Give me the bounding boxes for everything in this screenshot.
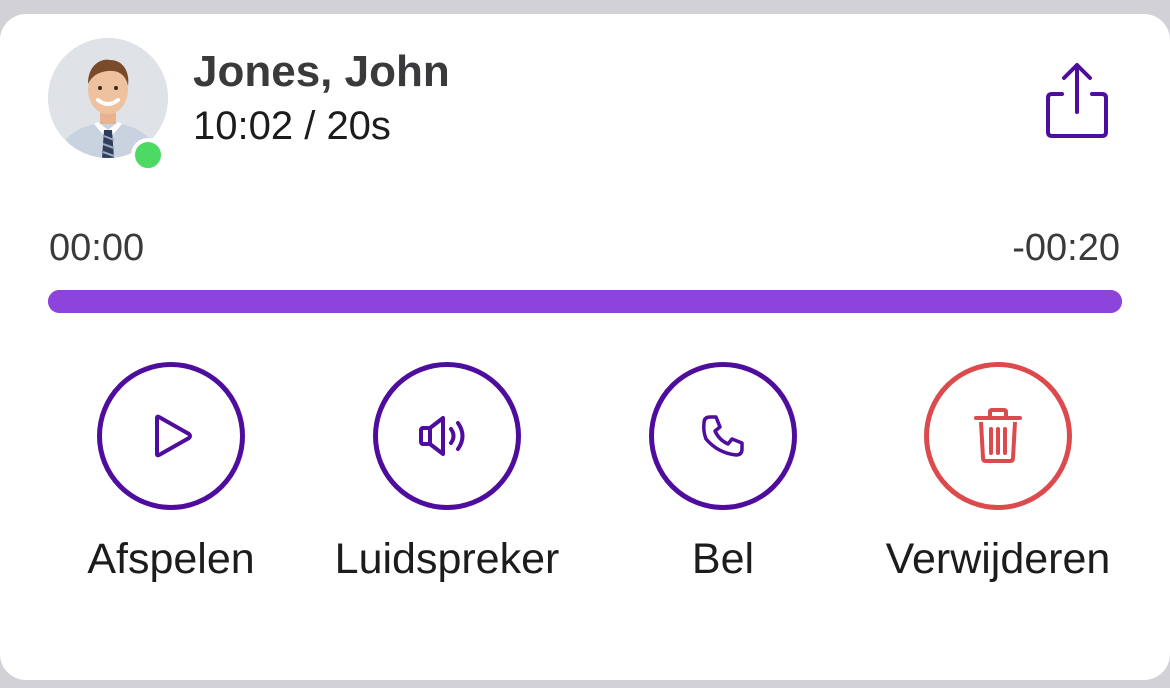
play-button[interactable] [97,362,245,510]
play-label: Afspelen [87,535,255,583]
share-icon [1046,63,1108,138]
call-label: Bel [691,535,755,583]
online-status-indicator [131,138,165,172]
contact-name: Jones, John [193,47,450,96]
voicemail-card: Jones, John 10:02 / 20s 00:00 -00:20 Afs… [0,14,1170,680]
trash-icon [974,408,1022,463]
action-call: Bel [573,362,873,581]
action-delete: Verwijderen [848,362,1148,581]
play-icon [155,414,192,458]
action-play: Afspelen [21,362,321,581]
delete-label: Verwijderen [885,535,1111,583]
remaining-time: -00:20 [1012,227,1120,269]
speaker-icon [419,416,465,456]
elapsed-time: 00:00 [49,227,145,269]
playback-progress-fill [48,290,1122,313]
call-time-duration: 10:02 / 20s [193,104,391,148]
share-button[interactable] [1040,58,1114,142]
speaker-button[interactable] [373,362,521,510]
phone-icon [702,415,744,457]
playback-progress-bar[interactable] [48,290,1122,313]
avatar-container [48,38,168,172]
speaker-label: Luidspreker [334,535,560,583]
delete-button[interactable] [924,362,1072,510]
action-speaker: Luidspreker [297,362,597,581]
call-button[interactable] [649,362,797,510]
